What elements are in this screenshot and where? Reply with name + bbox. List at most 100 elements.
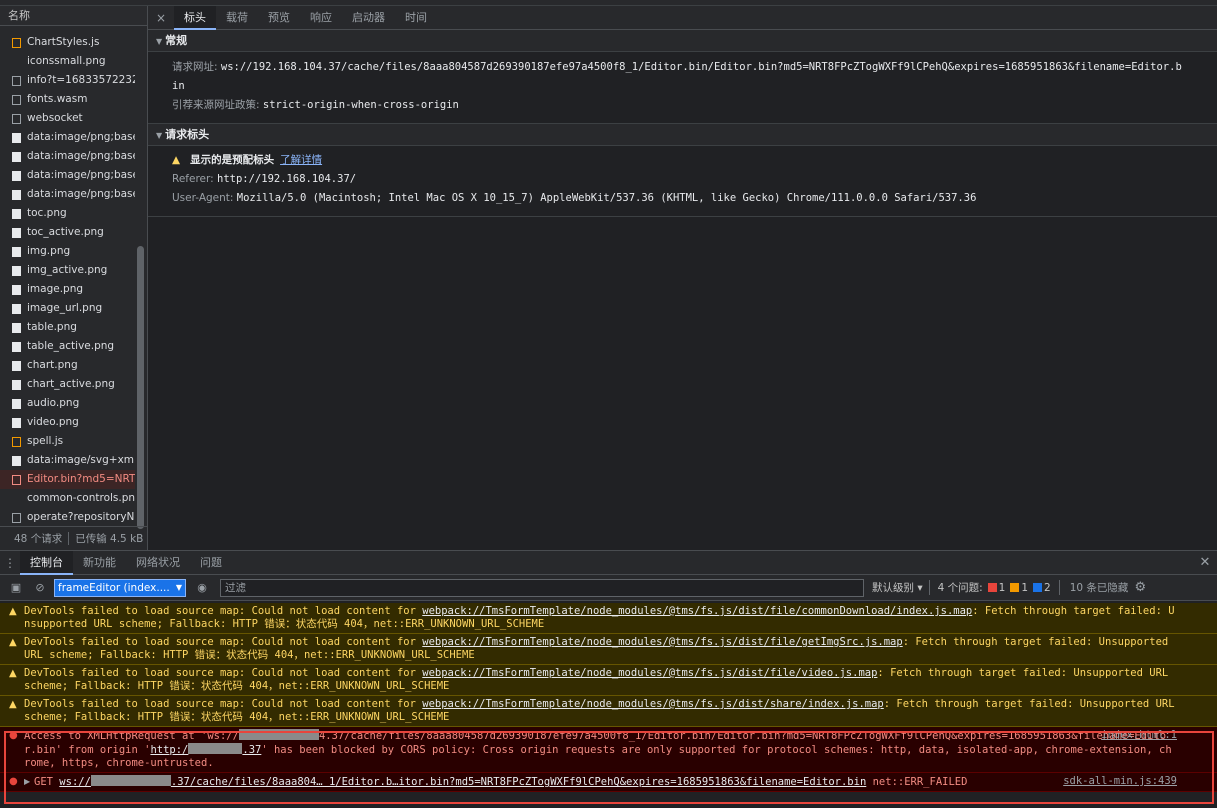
filter-input[interactable]	[220, 578, 864, 597]
image-file-icon	[12, 132, 21, 143]
expand-triangle-icon[interactable]: ▶	[24, 775, 30, 788]
warning-icon: ▲	[9, 668, 17, 679]
more-tools-icon[interactable]: ⋮	[0, 556, 20, 570]
console-messages: ▲ DevTools failed to load source map: Cou…	[0, 603, 1217, 808]
request-item-name: image.png	[27, 283, 84, 295]
referer-row: Referer: http://192.168.104.37/	[148, 170, 1217, 189]
source-map-link[interactable]: webpack://TmsFormTemplate/node_modules/@…	[422, 667, 877, 679]
request-list: ChartStyles.js iconssmall.png info?t=16833…	[0, 33, 135, 527]
request-item[interactable]: ChartStyles.js	[0, 33, 135, 52]
tab-issues[interactable]: 问题	[190, 551, 232, 575]
image-file-icon	[12, 417, 21, 428]
eye-icon[interactable]: ◉	[192, 579, 212, 597]
request-item[interactable]: chart.png	[0, 356, 135, 375]
request-item-name: img_active.png	[27, 264, 108, 276]
tab-network-conditions[interactable]: 网络状况	[126, 551, 190, 575]
request-headers-section-header[interactable]: ▼ 请求标头	[148, 124, 1217, 146]
tab-whats-new[interactable]: 新功能	[73, 551, 126, 575]
request-item-name: ChartStyles.js	[27, 36, 100, 48]
cors-error-message: ● Access to XMLHttpRequest at 'ws://4.37…	[0, 727, 1217, 773]
tab-timing[interactable]: 时间	[395, 6, 437, 30]
request-item[interactable]: data:image/svg+xml;...	[0, 451, 135, 470]
image-file-icon	[12, 341, 21, 352]
warning-icon: ▲	[9, 699, 17, 710]
redacted-block	[90, 775, 171, 786]
warning-issues-badge: 1	[1010, 582, 1028, 594]
request-item[interactable]: audio.png	[0, 394, 135, 413]
name-column-header[interactable]: 名称	[0, 6, 147, 26]
request-item[interactable]: table_active.png	[0, 337, 135, 356]
cors-source-link[interactable]: index.html:1	[1101, 729, 1177, 742]
tab-preview[interactable]: 预览	[258, 6, 300, 30]
request-item[interactable]: websocket	[0, 109, 135, 128]
chevron-down-icon: ▼	[175, 583, 182, 592]
request-item[interactable]: data:image/png;base...	[0, 185, 135, 204]
console-toolbar: ▣ ⊘ frameEditor (index.... ▼ ◉ 默认级别 ▾ 4 …	[0, 575, 1217, 601]
origin-link[interactable]: http:/ .37	[150, 743, 261, 756]
request-item-name: toc_active.png	[27, 226, 104, 238]
document-file-icon	[12, 113, 21, 124]
provisional-headers-warning: ▲ 显示的是预配标头 了解详情	[148, 150, 1217, 170]
image-file-icon	[12, 265, 21, 276]
request-count: 48 个请求	[14, 533, 63, 545]
request-item[interactable]: chart_active.png	[0, 375, 135, 394]
clear-console-icon[interactable]: ⊘	[30, 579, 50, 597]
request-item[interactable]: fonts.wasm	[0, 90, 135, 109]
log-level-select[interactable]: 默认级别 ▾	[872, 580, 930, 595]
request-item[interactable]: data:image/png;base...	[0, 166, 135, 185]
request-item[interactable]: table.png	[0, 318, 135, 337]
general-section-header[interactable]: ▼ 常规	[148, 30, 1217, 52]
source-map-warning: ▲ DevTools failed to load source map: Cou…	[0, 603, 1217, 634]
warning-text: 显示的是预配标头	[190, 154, 275, 166]
request-item[interactable]: iconssmall.png	[0, 52, 135, 71]
document-file-icon	[12, 75, 21, 86]
image-file-icon	[12, 208, 21, 219]
request-item[interactable]: image_url.png	[0, 299, 135, 318]
gear-icon[interactable]: ⚙	[1134, 580, 1146, 595]
request-item-name: toc.png	[27, 207, 67, 219]
network-error-message: ● ▶ GET ws:// .37/cache/files/8aaa804… 1/…	[0, 773, 1217, 792]
request-item[interactable]: spell.js	[0, 432, 135, 451]
sidebar-toggle-icon[interactable]: ▣	[6, 579, 26, 597]
tab-console[interactable]: 控制台	[20, 550, 73, 575]
tab-payload[interactable]: 载荷	[216, 6, 258, 30]
request-item[interactable]: common-controls.png	[0, 489, 135, 508]
tab-initiator[interactable]: 启动器	[342, 6, 395, 30]
source-map-link[interactable]: webpack://TmsFormTemplate/node_modules/@…	[422, 636, 902, 648]
general-section: 请求网址: ws://192.168.104.37/cache/files/8a…	[148, 52, 1217, 124]
request-item[interactable]: video.png	[0, 413, 135, 432]
request-item[interactable]: img_active.png	[0, 261, 135, 280]
source-map-warning: ▲ DevTools failed to load source map: Cou…	[0, 665, 1217, 696]
request-item-name: chart.png	[27, 359, 78, 371]
request-item[interactable]: data:image/png;base...	[0, 128, 135, 147]
request-item[interactable]: toc.png	[0, 204, 135, 223]
source-map-link[interactable]: webpack://TmsFormTemplate/node_modules/@…	[422, 698, 883, 710]
request-item[interactable]: info?t=168335722320	[0, 71, 135, 90]
request-item[interactable]: data:image/png;base...	[0, 147, 135, 166]
request-item[interactable]: image.png	[0, 280, 135, 299]
image-file-icon	[12, 151, 21, 162]
request-item[interactable]: img.png	[0, 242, 135, 261]
request-item[interactable]: toc_active.png	[0, 223, 135, 242]
collapse-triangle-icon: ▼	[156, 131, 163, 140]
image-file-icon	[12, 322, 21, 333]
request-list-scrollbar[interactable]	[137, 246, 144, 529]
drawer-tab-bar: ⋮ 控制台 新功能 网络状况 问题 ✕	[0, 550, 1217, 575]
tab-response[interactable]: 响应	[300, 6, 342, 30]
request-item-name: fonts.wasm	[27, 93, 88, 105]
net-error-source-link[interactable]: sdk-all-min.js:439	[1063, 775, 1177, 788]
close-detail-icon[interactable]: ×	[148, 11, 174, 25]
context-selector[interactable]: frameEditor (index.... ▼	[54, 578, 186, 597]
request-item[interactable]: operate?repositoryNa	[0, 508, 135, 527]
issues-counter[interactable]: 4 个问题: 1 1 2	[930, 580, 1060, 595]
tab-headers[interactable]: 标头	[174, 5, 216, 30]
request-item[interactable]: Editor.bin?md5=NRT...	[0, 470, 135, 489]
request-item-name: data:image/png;base...	[27, 131, 135, 143]
close-drawer-icon[interactable]: ✕	[1193, 555, 1217, 570]
request-summary: 48 个请求 已传输 4.5 kB	[0, 526, 148, 550]
failed-request-link[interactable]: ws:// .37/cache/files/8aaa804… 1/Editor.b…	[59, 775, 866, 788]
request-url-value: ws://192.168.104.37/cache/files/8aaa8045…	[220, 61, 1182, 73]
learn-more-link[interactable]: 了解详情	[280, 154, 322, 166]
summary-divider	[68, 532, 70, 545]
source-map-link[interactable]: webpack://TmsFormTemplate/node_modules/@…	[422, 605, 972, 617]
